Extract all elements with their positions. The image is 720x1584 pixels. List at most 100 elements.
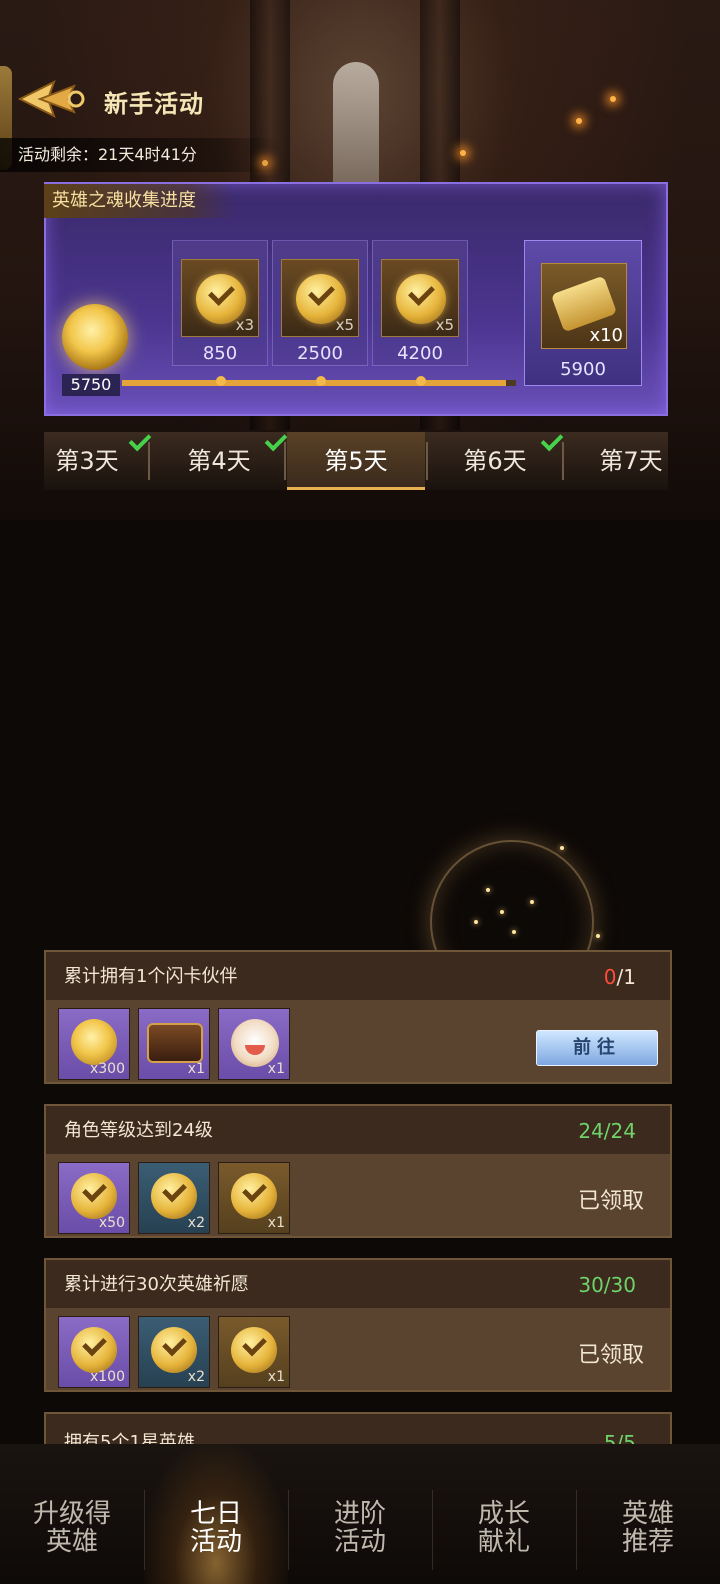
background-torch bbox=[610, 96, 616, 102]
task-title: 累计进行30次英雄祈愿 bbox=[64, 1274, 249, 1295]
sparkle bbox=[486, 888, 490, 892]
task-progress: 5/5 bbox=[603, 1431, 636, 1446]
gold-check-coin-icon bbox=[231, 1173, 277, 1219]
reward-quantity: x1 bbox=[267, 1215, 285, 1231]
task-progress-current: 0 bbox=[603, 965, 617, 989]
nav-upgrade-hero[interactable]: 升级得 英雄 bbox=[0, 1500, 144, 1556]
reward-item[interactable]: x1 bbox=[218, 1316, 290, 1388]
task-card: 拥有5个1星英雄 5/5 bbox=[44, 1412, 672, 1446]
soul-count: 5750 bbox=[62, 374, 120, 396]
task-card: 角色等级达到24级 24/24 x50 x2 x1 已领取 bbox=[44, 1104, 672, 1238]
nav-label: 七日 bbox=[189, 1499, 242, 1529]
task-progress-total: /1 bbox=[616, 965, 636, 989]
nav-label: 进阶 bbox=[333, 1499, 386, 1529]
reward-item[interactable]: x100 bbox=[58, 1316, 130, 1388]
nav-growth-gift[interactable]: 成长 献礼 bbox=[432, 1500, 576, 1556]
day-tabs: 第3天 第4天 第5天 第6天 第7天 bbox=[44, 428, 668, 490]
tab-label: 第3天 bbox=[55, 447, 119, 475]
reward-item[interactable]: x50 bbox=[58, 1162, 130, 1234]
task-title: 角色等级达到24级 bbox=[64, 1120, 213, 1141]
hamster-pet-icon bbox=[231, 1019, 279, 1067]
reward-quantity: x100 bbox=[89, 1369, 125, 1385]
page-title: 新手活动 bbox=[104, 90, 204, 118]
nav-advance-event[interactable]: 进阶 活动 bbox=[288, 1500, 432, 1556]
remaining-time: 活动剩余：21天4时41分 bbox=[0, 138, 280, 172]
milestone-reward[interactable]: x5 2500 bbox=[272, 240, 368, 366]
progress-node bbox=[416, 376, 426, 386]
sparkle bbox=[512, 930, 516, 934]
background-torch bbox=[460, 150, 466, 156]
tab-label: 第7天 bbox=[599, 447, 663, 475]
background-torch bbox=[576, 118, 582, 124]
nav-label: 成长 bbox=[477, 1499, 530, 1529]
gold-check-coin-icon bbox=[231, 1327, 277, 1373]
milestone-value: 4200 bbox=[397, 343, 443, 364]
tab-label: 第4天 bbox=[187, 447, 251, 475]
task-card: 累计进行30次英雄祈愿 30/30 x100 x2 x1 已领取 bbox=[44, 1258, 672, 1392]
nav-label: 推荐 bbox=[621, 1527, 674, 1557]
milestone-value: 2500 bbox=[297, 343, 343, 364]
nav-seven-day-event[interactable]: 七日 活动 bbox=[144, 1500, 288, 1556]
task-card: 累计拥有1个闪卡伙伴 0/1 x300 x1 x1 前往 bbox=[44, 950, 672, 1084]
tab-divider bbox=[284, 442, 286, 480]
nav-label: 英雄 bbox=[621, 1499, 674, 1529]
reward-slot: x3 bbox=[181, 259, 259, 337]
nav-label: 升级得 bbox=[32, 1499, 111, 1529]
claimed-status: 已领取 bbox=[577, 1189, 644, 1214]
tab-label: 第5天 bbox=[324, 447, 388, 475]
tab-day-7[interactable]: 第7天 bbox=[562, 432, 700, 490]
nav-label: 献礼 bbox=[477, 1527, 530, 1557]
reward-slot: x5 bbox=[381, 259, 459, 337]
nav-label: 英雄 bbox=[45, 1527, 98, 1557]
task-title: 拥有5个1星英雄 bbox=[64, 1432, 195, 1446]
reward-item[interactable]: x2 bbox=[138, 1316, 210, 1388]
back-arrow-icon[interactable] bbox=[18, 78, 86, 120]
sparkle bbox=[530, 900, 534, 904]
nav-label: 活动 bbox=[189, 1527, 242, 1557]
reward-quantity: x2 bbox=[187, 1215, 205, 1231]
task-progress: 30/30 bbox=[578, 1273, 636, 1297]
reward-quantity: x10 bbox=[589, 325, 623, 346]
nav-hero-recommend[interactable]: 英雄 推荐 bbox=[576, 1500, 720, 1556]
reward-item[interactable]: x2 bbox=[138, 1162, 210, 1234]
progress-node bbox=[216, 376, 226, 386]
task-header: 角色等级达到24级 24/24 bbox=[46, 1106, 670, 1154]
chest-check-icon bbox=[151, 1173, 197, 1219]
sparkle bbox=[500, 910, 504, 914]
reward-quantity: x5 bbox=[335, 316, 354, 334]
milestone-value: 5900 bbox=[560, 359, 606, 380]
reward-quantity: x1 bbox=[267, 1061, 285, 1077]
reward-item[interactable]: x1 bbox=[218, 1162, 290, 1234]
progress-bar-fill bbox=[122, 380, 507, 386]
hero-soul-icon bbox=[62, 304, 128, 370]
nav-label: 活动 bbox=[333, 1527, 386, 1557]
claimed-status: 已领取 bbox=[577, 1343, 644, 1368]
reward-quantity: x5 bbox=[435, 316, 454, 334]
task-progress: 0/1 bbox=[604, 952, 636, 1002]
goto-button[interactable]: 前往 bbox=[536, 1030, 658, 1066]
chest-check-icon bbox=[151, 1327, 197, 1373]
gold-check-coin-icon bbox=[71, 1173, 117, 1219]
hero-soul-icon bbox=[71, 1019, 117, 1065]
reward-quantity: x1 bbox=[187, 1061, 205, 1077]
sparkle bbox=[560, 846, 564, 850]
reward-quantity: x2 bbox=[187, 1369, 205, 1385]
tab-label: 第6天 bbox=[463, 447, 527, 475]
reward-slot: x5 bbox=[281, 259, 359, 337]
task-header: 累计进行30次英雄祈愿 30/30 bbox=[46, 1260, 670, 1308]
background-window bbox=[333, 62, 379, 182]
tab-day-5[interactable]: 第5天 bbox=[287, 432, 425, 490]
chest-icon bbox=[147, 1023, 203, 1063]
reward-item[interactable]: x300 bbox=[58, 1008, 130, 1080]
milestone-reward[interactable]: x5 4200 bbox=[372, 240, 468, 366]
reward-quantity: x3 bbox=[235, 316, 254, 334]
sparkle bbox=[474, 920, 478, 924]
reward-item[interactable]: x1 bbox=[138, 1008, 210, 1080]
reward-item[interactable]: x1 bbox=[218, 1008, 290, 1080]
final-reward[interactable]: x10 5900 bbox=[524, 240, 642, 386]
scroll-icon bbox=[550, 275, 618, 333]
task-header: 累计拥有1个闪卡伙伴 0/1 bbox=[46, 952, 670, 1000]
milestone-reward[interactable]: x3 850 bbox=[172, 240, 268, 366]
task-title: 累计拥有1个闪卡伙伴 bbox=[64, 966, 238, 987]
progress-node bbox=[316, 376, 326, 386]
